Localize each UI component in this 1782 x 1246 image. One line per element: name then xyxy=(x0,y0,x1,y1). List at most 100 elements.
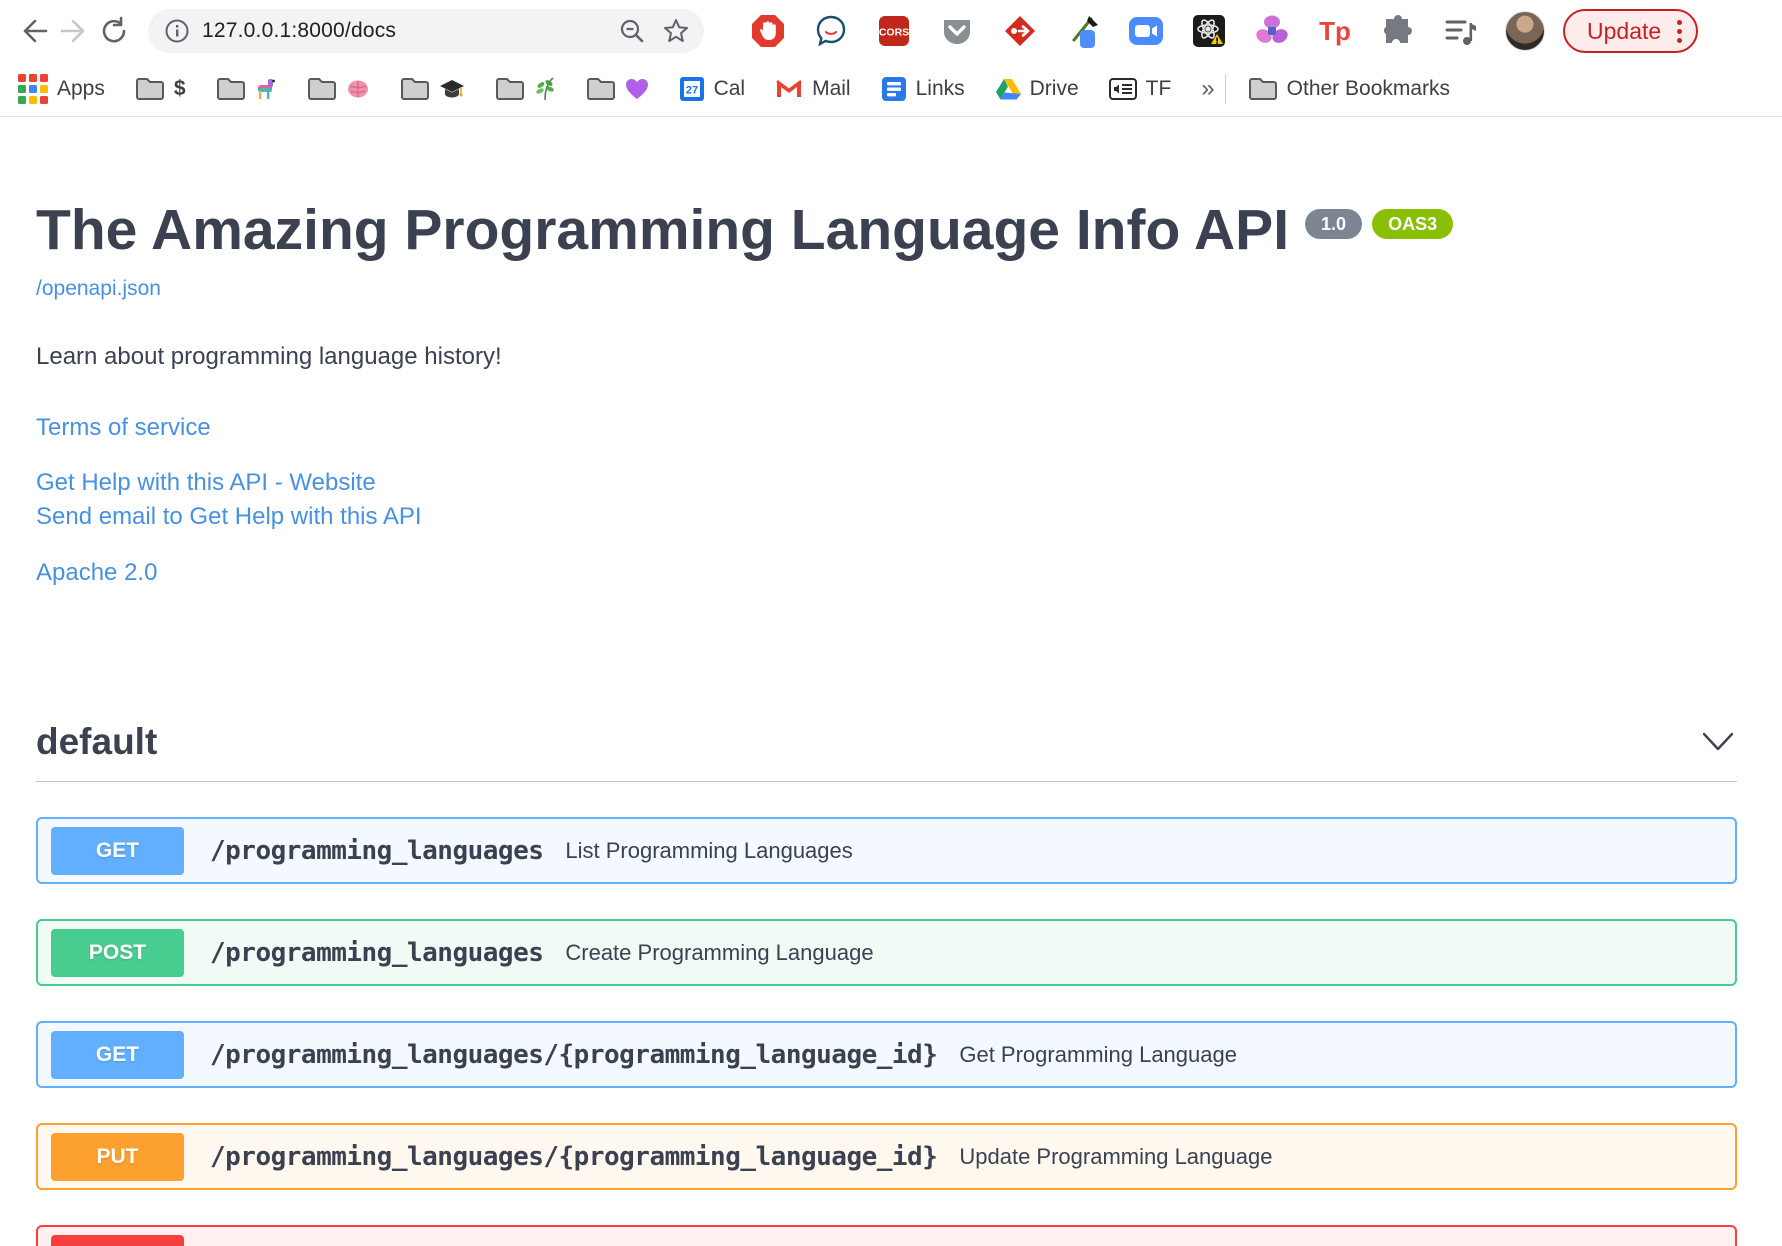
chat-bubble-icon[interactable] xyxy=(813,13,849,49)
api-title-text: The Amazing Programming Language Info AP… xyxy=(36,198,1290,262)
address-bar[interactable]: 127.0.0.1:8000/docs xyxy=(148,9,704,53)
profile-avatar[interactable] xyxy=(1505,11,1545,51)
operation-row-get-one[interactable]: GET /programming_languages/{programming_… xyxy=(36,1021,1737,1089)
folder-icon xyxy=(307,78,336,100)
other-bookmarks[interactable]: Other Bookmarks xyxy=(1248,77,1450,101)
browser-toolbar: 127.0.0.1:8000/docs CORS Tp Update xyxy=(0,0,1782,62)
operation-summary: List Programming Languages xyxy=(565,837,853,863)
reload-icon xyxy=(102,16,126,43)
bookmark-folder-pinata[interactable] xyxy=(216,77,277,101)
page-title: The Amazing Programming Language Info AP… xyxy=(36,198,1737,262)
license-link[interactable]: Apache 2.0 xyxy=(36,559,157,586)
bookmark-folder-heart[interactable] xyxy=(586,77,649,101)
operation-row-post-create[interactable]: POST /programming_languages Create Progr… xyxy=(36,919,1737,987)
terms-of-service-link[interactable]: Terms of service xyxy=(36,414,211,441)
operation-row-put-update[interactable]: PUT /programming_languages/{programming_… xyxy=(36,1123,1737,1191)
bookmark-tf[interactable]: TF xyxy=(1108,77,1172,101)
herb-leaves-icon xyxy=(535,77,554,101)
bookmark-calendar[interactable]: 27 Cal xyxy=(679,76,746,102)
apps-grid-icon xyxy=(18,74,48,104)
oas3-badge: OAS3 xyxy=(1372,209,1454,239)
bookmark-label: Links xyxy=(915,77,965,100)
section-header-default[interactable]: default xyxy=(36,721,1737,783)
google-drive-icon xyxy=(995,79,1021,100)
zoom-camera-icon[interactable] xyxy=(1128,13,1164,49)
page-info-icon[interactable] xyxy=(164,18,190,44)
pocket-shield-icon[interactable] xyxy=(939,13,975,49)
react-devtools-icon[interactable] xyxy=(1191,13,1227,49)
apps-shortcut[interactable]: Apps xyxy=(18,74,105,104)
recycle-flower-icon[interactable] xyxy=(1254,13,1290,49)
bookmark-label: Drive xyxy=(1029,77,1079,100)
website-help-link[interactable]: Get Help with this API - Website xyxy=(36,469,376,496)
pinata-horse-icon xyxy=(257,79,275,99)
section-collapse-chevron-icon[interactable] xyxy=(1699,729,1737,755)
back-button[interactable] xyxy=(14,11,54,51)
email-help-link[interactable]: Send email to Get Help with this API xyxy=(36,503,422,530)
apps-label: Apps xyxy=(57,77,105,100)
method-badge-delete: DELETE xyxy=(51,1234,184,1246)
bookmark-folder-herb[interactable] xyxy=(495,77,556,101)
method-badge-post: POST xyxy=(51,928,184,977)
operation-summary: Update Programming Language xyxy=(959,1143,1273,1169)
folder-icon xyxy=(586,78,615,100)
extensions-row: CORS Tp xyxy=(750,13,1479,49)
bookmark-mail[interactable]: Mail xyxy=(775,77,851,101)
share-diamond-icon[interactable] xyxy=(1002,13,1038,49)
bookmarks-bar: Apps $ 27 Cal Mail Links Drive TF » Othe… xyxy=(0,62,1782,117)
bookmark-drive[interactable]: Drive xyxy=(995,77,1079,101)
bookmark-folder-brain[interactable] xyxy=(307,77,370,101)
update-button[interactable]: Update xyxy=(1563,9,1699,53)
zoom-out-icon[interactable] xyxy=(618,17,646,45)
blue-list-icon xyxy=(881,77,906,101)
stop-hand-blocker-icon[interactable] xyxy=(750,13,786,49)
operation-path: /programming_languages xyxy=(210,937,544,968)
browser-menu-icon[interactable] xyxy=(1677,19,1683,43)
operation-summary: Get Programming Language xyxy=(959,1041,1237,1067)
music-queue-icon[interactable] xyxy=(1443,13,1479,49)
bookmark-folder-graduation[interactable] xyxy=(400,77,465,101)
bookmark-label: Cal xyxy=(713,77,746,100)
puzzle-extensions-icon[interactable] xyxy=(1380,13,1416,49)
bookmark-star-icon[interactable] xyxy=(662,17,690,45)
folder-icon xyxy=(135,78,164,100)
swagger-docs-page: The Amazing Programming Language Info AP… xyxy=(0,117,1782,1246)
operation-row-get-list[interactable]: GET /programming_languages List Programm… xyxy=(36,817,1737,885)
other-bookmarks-label: Other Bookmarks xyxy=(1286,77,1451,100)
svg-text:CORS: CORS xyxy=(879,27,909,39)
gmail-icon xyxy=(776,79,803,99)
svg-text:27: 27 xyxy=(685,85,697,97)
openapi-json-link[interactable]: /openapi.json xyxy=(36,277,161,301)
operation-row-delete[interactable]: DELETE /programming_languages/{programmi… xyxy=(36,1225,1737,1246)
folder-icon xyxy=(400,78,429,100)
bookmark-label: TF xyxy=(1145,77,1172,100)
tp-icon[interactable]: Tp xyxy=(1317,13,1353,49)
bookmark-folder-dollar[interactable]: $ xyxy=(135,77,186,101)
section-title: default xyxy=(36,721,158,763)
bookmarks-divider xyxy=(1224,74,1226,104)
reload-button[interactable] xyxy=(94,11,134,51)
tf-card-icon xyxy=(1108,78,1137,100)
api-description: Learn about programming language history… xyxy=(36,342,502,370)
method-badge-get: GET xyxy=(51,1030,184,1079)
bookmark-links[interactable]: Links xyxy=(881,76,965,102)
method-badge-get: GET xyxy=(51,826,184,875)
forward-button[interactable] xyxy=(54,11,94,51)
version-badge: 1.0 xyxy=(1305,209,1363,239)
folder-icon xyxy=(216,78,245,100)
folder-icon xyxy=(1248,78,1277,100)
update-label: Update xyxy=(1587,17,1662,44)
cors-icon[interactable]: CORS xyxy=(876,13,912,49)
operation-path: /programming_languages/{programming_lang… xyxy=(210,1141,938,1172)
bookmark-label: Mail xyxy=(812,77,851,100)
operation-path: /programming_languages xyxy=(210,835,544,866)
google-calendar-icon: 27 xyxy=(679,77,704,101)
operation-path: /programming_languages/{programming_lang… xyxy=(210,1039,938,1070)
operation-summary: Create Programming Language xyxy=(565,939,874,965)
url-text[interactable]: 127.0.0.1:8000/docs xyxy=(202,19,618,43)
method-badge-put: PUT xyxy=(51,1132,184,1181)
brain-icon xyxy=(347,80,368,98)
graduation-cap-icon xyxy=(439,80,464,98)
eyedropper-icon[interactable] xyxy=(1065,13,1101,49)
bookmarks-overflow-chevron[interactable]: » xyxy=(1201,75,1214,103)
